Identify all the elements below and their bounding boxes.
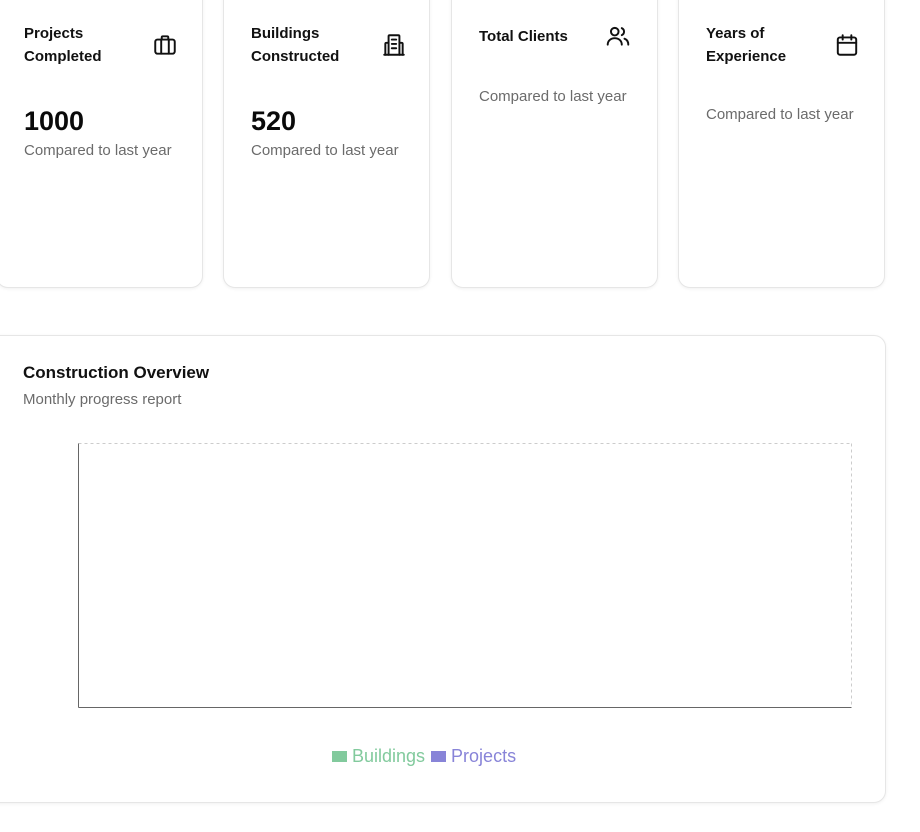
stat-card-experience: Years of Experience Compared to last yea… — [678, 0, 885, 288]
legend-label: Projects — [451, 746, 517, 766]
stat-note: Compared to last year — [706, 106, 854, 123]
stat-card-projects: Projects Completed 1000 Compared to last… — [0, 0, 203, 288]
stat-note: Compared to last year — [24, 142, 172, 159]
panel-subtitle: Monthly progress report — [23, 391, 182, 408]
briefcase-icon — [152, 32, 178, 58]
stat-note: Compared to last year — [251, 142, 399, 159]
chart-legend: Buildings Projects — [332, 745, 522, 767]
stat-note: Compared to last year — [479, 88, 627, 105]
construction-overview-panel: Construction Overview Monthly progress r… — [0, 335, 886, 803]
stat-title: Years of Experience — [706, 25, 787, 65]
stat-card-buildings: Buildings Constructed 520 Compared to la… — [223, 0, 430, 288]
legend-swatch — [431, 750, 447, 762]
legend-label: Buildings — [352, 746, 426, 766]
legend-item-buildings[interactable]: Buildings — [332, 745, 425, 767]
stat-card-clients: Total Clients Compared to last year — [451, 0, 658, 288]
chart-plot-area — [78, 443, 853, 709]
calendar-icon — [834, 32, 860, 58]
building-icon — [381, 32, 407, 58]
stat-title: Total Clients — [479, 28, 568, 45]
users-icon — [605, 23, 631, 49]
legend-item-projects[interactable]: Projects — [431, 745, 516, 767]
stat-title: Projects Completed — [24, 25, 102, 65]
legend-swatch — [332, 750, 347, 762]
stat-value: 520 — [251, 106, 297, 136]
stat-value: 1000 — [24, 106, 85, 136]
panel-title: Construction Overview — [23, 363, 210, 382]
stat-title: Buildings Constructed — [251, 25, 340, 65]
construction-chart — [78, 443, 852, 708]
